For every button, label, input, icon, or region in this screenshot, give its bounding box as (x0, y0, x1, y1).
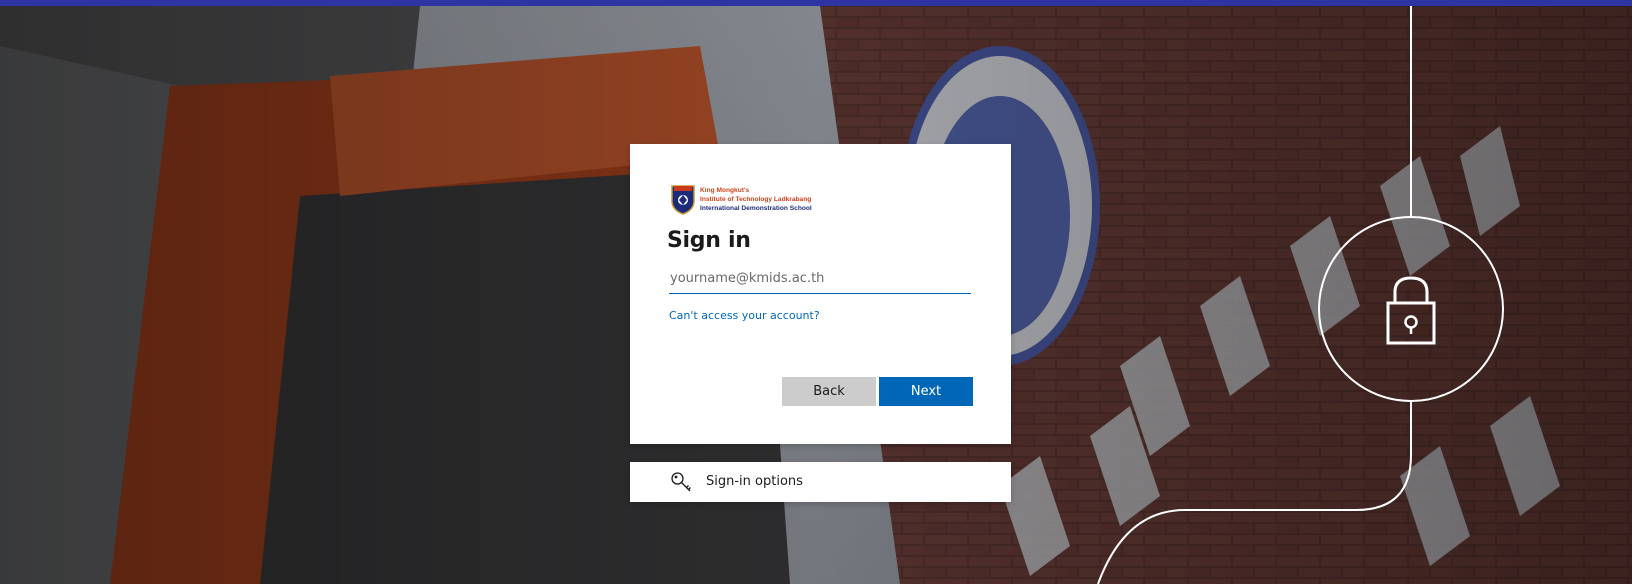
back-button[interactable]: Back (782, 377, 876, 406)
sign-in-card: King Mongkut's Institute of Technology L… (630, 144, 1011, 444)
email-input[interactable] (669, 264, 971, 294)
logo-line-3: International Demonstration School (700, 204, 812, 212)
school-logo: King Mongkut's Institute of Technology L… (670, 182, 820, 216)
top-accent-bar (0, 0, 1632, 6)
cant-access-account-link[interactable]: Can't access your account? (669, 309, 820, 322)
school-crest-icon (671, 185, 695, 215)
key-icon (671, 472, 691, 492)
sign-in-options-label: Sign-in options (706, 474, 803, 489)
page-title: Sign in (667, 228, 751, 253)
logo-line-1: King Mongkut's (700, 186, 750, 194)
logo-line-2: Institute of Technology Ladkrabang (700, 195, 812, 203)
next-button[interactable]: Next (879, 377, 973, 406)
sign-in-options-button[interactable]: Sign-in options (630, 462, 1011, 502)
